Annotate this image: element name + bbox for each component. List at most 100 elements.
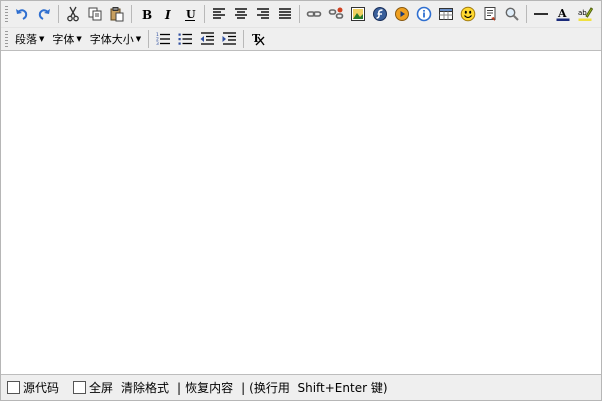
image-button[interactable] [348,4,368,24]
underline-icon: U [185,8,196,21]
font-color-button[interactable]: A [553,4,573,24]
find-button[interactable] [502,4,522,24]
find-icon [505,7,519,21]
font-dropdown[interactable]: 字体 ▼ [49,30,84,48]
align-justify-button[interactable] [275,4,295,24]
info-button[interactable] [414,4,434,24]
font-color-icon: A [556,7,570,21]
info-icon [416,6,432,22]
status-separator: | [177,380,182,395]
align-left-icon [213,8,225,19]
table-button[interactable] [436,4,456,24]
toolbar-grip[interactable] [5,6,8,22]
source-code-checkbox[interactable] [7,381,20,394]
fullscreen-label: 全屏 [89,381,114,395]
toolbar-row-format: 段落 ▼ 字体 ▼ 字体大小 ▼ 123 T [1,27,601,50]
redo-button[interactable] [34,4,54,24]
media-icon [395,7,409,21]
toolbar-grip[interactable] [5,31,8,47]
paste-button[interactable] [107,4,127,24]
chevron-down-icon: ▼ [135,35,142,43]
paragraph-dropdown-label: 段落 [15,33,37,46]
bold-button[interactable]: B [136,4,156,24]
italic-button[interactable]: I [158,4,178,24]
table-icon [439,8,453,20]
template-icon [484,7,496,21]
unordered-list-button[interactable] [175,29,195,49]
restore-content-link[interactable]: 恢复内容 [185,379,233,396]
font-size-dropdown[interactable]: 字体大小 ▼ [87,30,144,48]
font-size-dropdown-label: 字体大小 [89,33,134,46]
rich-text-editor: B I U A ab 段落 ▼ 字体 ▼ 字体大小 ▼ 1 2 3 T 源代码 … [0,0,602,401]
template-button[interactable] [480,4,500,24]
line-break-hint: (换行用 Shift+Enter 键) [249,381,388,395]
flash-icon [373,7,387,21]
link-icon [306,11,322,17]
clear-format-link[interactable]: 清除格式 [121,379,169,396]
paste-icon [110,7,124,22]
toolbar-separator [148,30,150,48]
align-left-button[interactable] [209,4,229,24]
flash-button[interactable] [370,4,390,24]
unlink-button[interactable] [326,4,346,24]
chevron-down-icon: ▼ [76,35,82,43]
fullscreen-checkbox[interactable] [73,381,87,394]
undo-button[interactable] [12,4,32,24]
toolbar-row-main: B I U A ab [1,1,601,27]
chevron-down-icon: ▼ [39,35,45,43]
indent-icon [222,32,237,45]
editor-status-bar: 源代码 全屏 清除格式 | 恢复内容 | (换行用 Shift+Enter 键) [1,374,601,400]
ordered-list-icon: 123 [156,32,171,47]
remove-format-button[interactable]: T [248,29,268,49]
highlight-icon: ab [578,7,593,21]
media-button[interactable] [392,4,412,24]
undo-icon [16,9,28,20]
status-separator: | [241,380,246,395]
align-justify-icon [279,8,291,19]
cut-button[interactable] [63,4,83,24]
paragraph-dropdown[interactable]: 段落 ▼ [12,30,47,48]
toolbar-separator [131,5,132,23]
horizontal-rule-icon [534,13,548,15]
indent-button[interactable] [219,29,239,49]
toolbar-separator [204,5,205,23]
svg-text:U: U [186,8,196,21]
toolbar-separator [526,5,527,23]
unordered-list-icon [178,33,193,45]
align-center-button[interactable] [231,4,251,24]
svg-text:I: I [164,8,171,22]
emoticon-icon [460,6,476,22]
editor-toolbar: B I U A ab 段落 ▼ 字体 ▼ 字体大小 ▼ 1 2 3 T [1,1,601,51]
copy-button[interactable] [85,4,105,24]
editor-content-area[interactable] [1,51,601,371]
svg-text:B: B [142,8,152,22]
font-dropdown-label: 字体 [52,33,75,46]
italic-icon: I [164,8,171,22]
align-right-icon [257,8,269,19]
underline-button[interactable]: U [180,4,200,24]
horizontal-rule-button[interactable] [531,4,551,24]
toolbar-separator [58,5,59,23]
source-code-toggle[interactable]: 源代码 [7,379,59,396]
emoticon-button[interactable] [458,4,478,24]
toolbar-separator [299,5,300,23]
fullscreen-toggle[interactable]: 全屏 [73,379,113,396]
redo-icon [38,9,50,20]
cut-icon [67,6,79,22]
bold-icon: B [142,8,152,22]
outdent-button[interactable] [197,29,217,49]
align-center-icon [235,8,247,19]
highlight-button[interactable]: ab [575,4,595,24]
align-right-button[interactable] [253,4,273,24]
toolbar-separator [243,30,245,48]
remove-format-icon: T [252,32,265,46]
unlink-icon [328,7,344,19]
svg-text:3: 3 [156,41,159,47]
copy-icon [88,7,102,21]
link-button[interactable] [304,4,324,24]
source-code-label: 源代码 [23,381,60,395]
svg-text:A: A [557,7,567,20]
ordered-list-button[interactable]: 123 [153,29,173,49]
image-icon [351,7,365,21]
outdent-icon [200,32,215,45]
